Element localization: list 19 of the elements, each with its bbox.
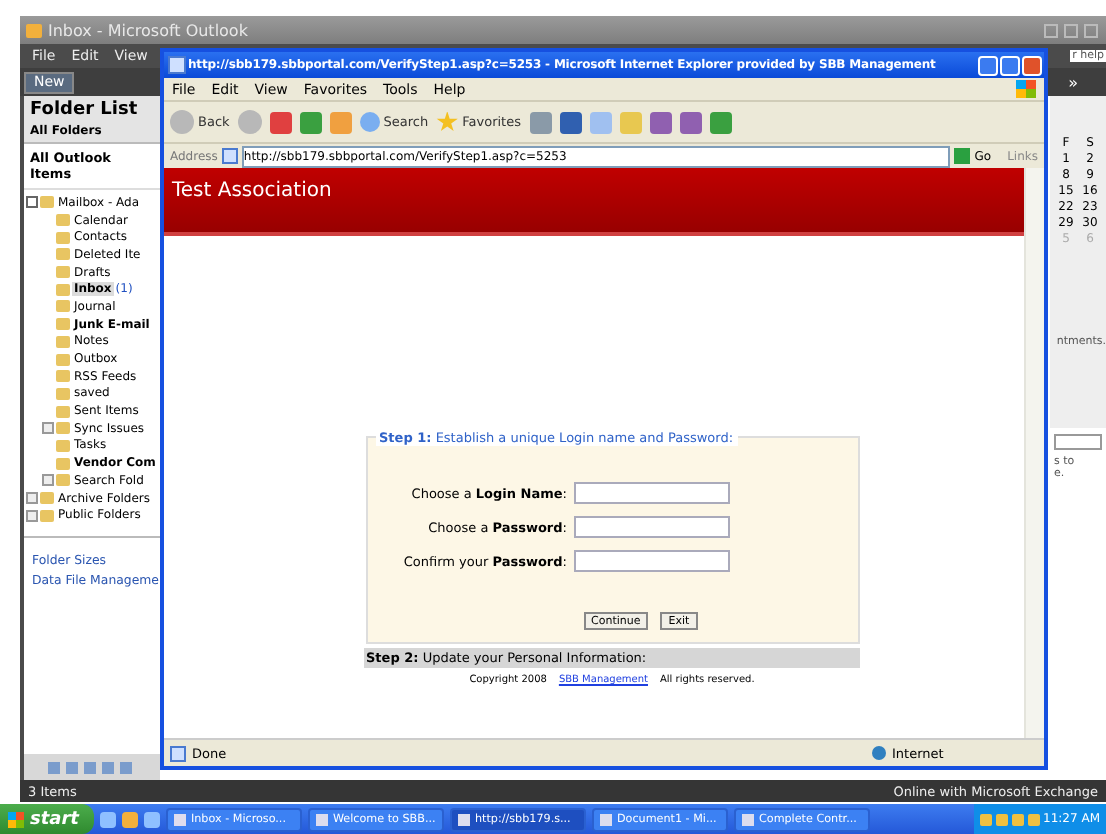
site-title: Test Association — [172, 180, 332, 202]
expand-toggle-icon[interactable] — [42, 422, 54, 435]
expand-toggle-icon[interactable] — [26, 492, 38, 505]
expand-toggle-icon[interactable] — [26, 196, 38, 209]
globe-icon — [872, 746, 886, 760]
input-field[interactable] — [1054, 434, 1102, 450]
windows-flag-icon — [1016, 80, 1036, 98]
pane-title: Folder List — [24, 96, 160, 124]
expand-toggle-icon[interactable] — [42, 474, 54, 487]
scrollbar[interactable] — [1024, 168, 1044, 738]
close-button[interactable] — [1022, 55, 1042, 75]
minimize-button[interactable] — [978, 55, 998, 75]
expand-toggle-icon[interactable] — [26, 509, 38, 522]
maximize-button[interactable] — [1000, 55, 1020, 75]
input-field[interactable] — [573, 550, 729, 572]
window-title: Inbox - Microsoft Outlook — [48, 21, 250, 39]
toolbar-overflow-button[interactable]: » — [1068, 73, 1078, 91]
input-field[interactable] — [573, 482, 729, 504]
input-field[interactable] — [573, 516, 729, 538]
